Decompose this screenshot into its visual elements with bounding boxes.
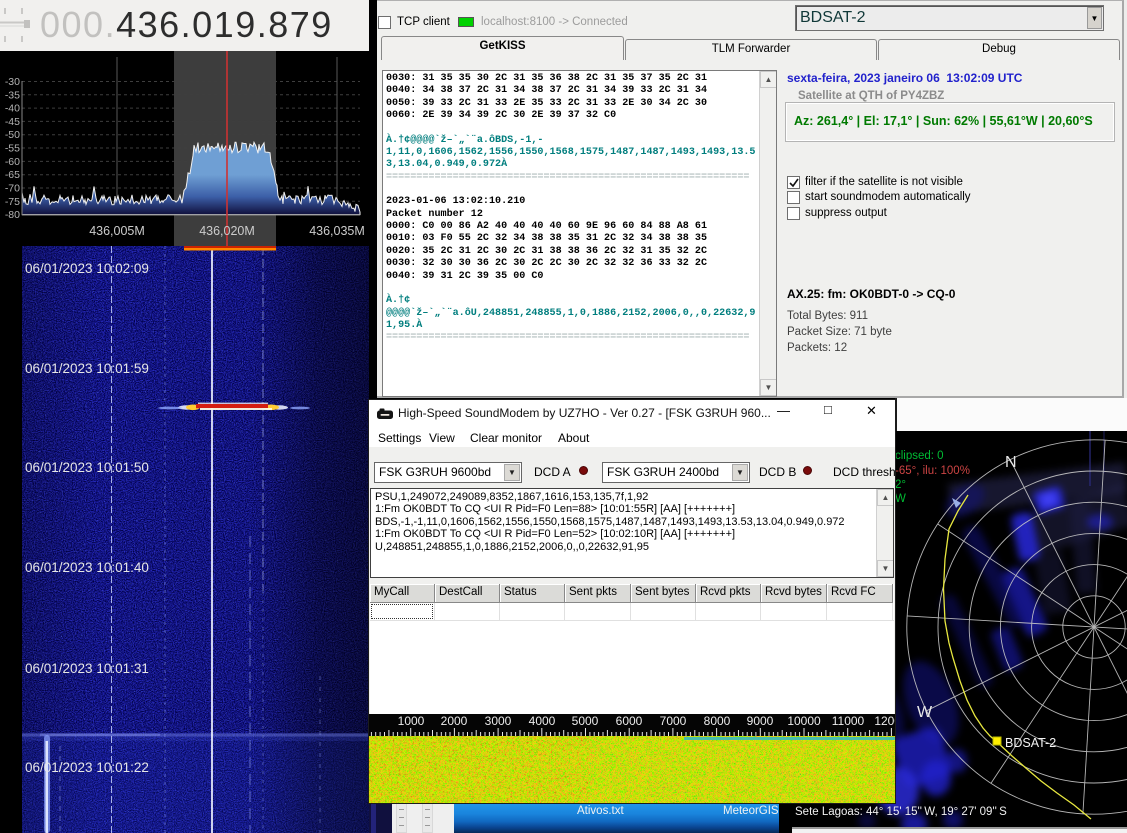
svg-text:W: W xyxy=(895,493,906,505)
svg-text:-30: -30 xyxy=(5,76,20,88)
svg-text:clipsed: 0: clipsed: 0 xyxy=(895,450,944,462)
svg-text:-65°, ilu: 100%: -65°, ilu: 100% xyxy=(895,465,970,477)
svg-text:11000: 11000 xyxy=(832,714,865,728)
svg-text:2°: 2° xyxy=(895,479,906,491)
svg-text:436,005M: 436,005M xyxy=(89,224,145,238)
svg-text:436,020M: 436,020M xyxy=(199,224,255,238)
svg-text:4000: 4000 xyxy=(529,714,556,728)
svg-text:-60: -60 xyxy=(5,156,20,168)
svg-text:-70: -70 xyxy=(5,183,20,195)
svg-text:-40: -40 xyxy=(5,103,20,115)
svg-text:3000: 3000 xyxy=(485,714,512,728)
svg-text:10000: 10000 xyxy=(787,714,821,728)
svg-text:9000: 9000 xyxy=(747,714,774,728)
svg-text:-50: -50 xyxy=(5,129,20,141)
svg-text:-65: -65 xyxy=(5,169,20,181)
svg-text:-75: -75 xyxy=(5,196,20,208)
svg-text:2000: 2000 xyxy=(441,714,468,728)
svg-text:8000: 8000 xyxy=(704,714,731,728)
svg-text:12000: 12000 xyxy=(874,714,895,728)
svg-text:-80: -80 xyxy=(5,209,20,221)
svg-text:W: W xyxy=(917,704,933,721)
svg-text:6000: 6000 xyxy=(616,714,643,728)
svg-text:7000: 7000 xyxy=(660,714,687,728)
svg-text:1000: 1000 xyxy=(398,714,425,728)
svg-text:BDSAT-2: BDSAT-2 xyxy=(1005,736,1056,750)
svg-text:5000: 5000 xyxy=(572,714,599,728)
svg-text:436,035M: 436,035M xyxy=(309,224,365,238)
svg-text:N: N xyxy=(1005,454,1017,471)
svg-text:-35: -35 xyxy=(5,89,20,101)
svg-text:-45: -45 xyxy=(5,116,20,128)
svg-text:-55: -55 xyxy=(5,143,20,155)
